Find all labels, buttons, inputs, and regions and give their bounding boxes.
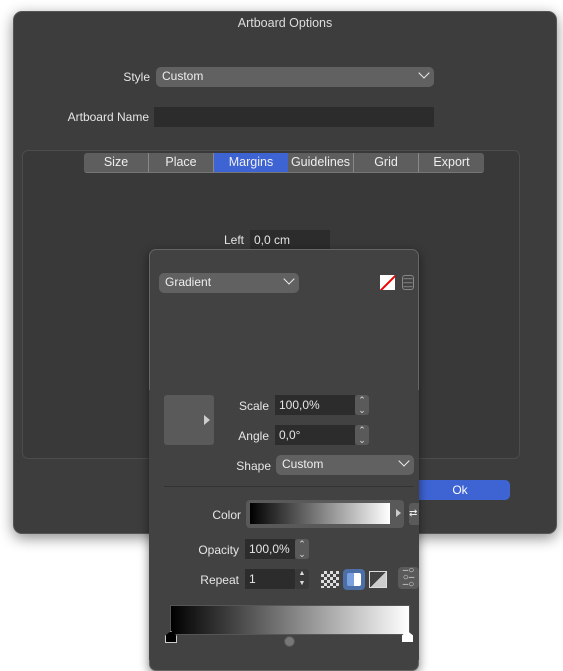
- dialog-title: Artboard Options: [237, 16, 333, 30]
- menu-icon[interactable]: ― ― ―: [402, 274, 414, 291]
- divider: [164, 486, 414, 487]
- gradient-midpoint-handle[interactable]: [284, 636, 295, 647]
- margin-left-label: Left: [223, 233, 244, 247]
- play-triangle-icon: [204, 415, 210, 425]
- fill-type-value: Gradient: [165, 275, 212, 289]
- play-triangle-icon: [396, 509, 401, 517]
- fill-type-select[interactable]: Gradient: [159, 273, 299, 293]
- tab-bar: Size Place Margins Guidelines Grid Expor…: [84, 153, 484, 173]
- gradient-preview[interactable]: [164, 395, 214, 445]
- repeat-label: Repeat: [200, 573, 239, 587]
- color-gradient-swatch: [250, 503, 390, 524]
- pattern-icon[interactable]: [369, 571, 387, 588]
- artboard-name-label: Artboard Name: [67, 110, 149, 124]
- opacity-input[interactable]: 100,0%: [245, 539, 295, 559]
- repeat-stepper[interactable]: ▲ ▼: [295, 569, 309, 589]
- ok-button[interactable]: Ok: [410, 480, 510, 500]
- margin-left-input[interactable]: 0,0 cm: [250, 230, 330, 250]
- checkerboard-icon[interactable]: [321, 571, 339, 588]
- style-label: Style: [123, 70, 150, 84]
- chevron-down-icon: [398, 455, 410, 467]
- angle-stepper[interactable]: ⌃ ⌄: [355, 425, 369, 445]
- scale-stepper[interactable]: ⌃ ⌄: [355, 395, 369, 415]
- shape-label: Shape: [236, 459, 271, 473]
- scale-input[interactable]: 100,0%: [275, 395, 355, 415]
- artboard-name-input[interactable]: [154, 107, 434, 127]
- tab-margins[interactable]: Margins: [214, 153, 288, 172]
- angle-label: Angle: [238, 429, 269, 443]
- shape-select[interactable]: Custom: [276, 455, 414, 475]
- tab-guidelines[interactable]: Guidelines: [288, 153, 354, 172]
- color-label: Color: [212, 508, 241, 522]
- opacity-stepper[interactable]: ⌃ ⌄: [295, 539, 309, 559]
- tab-size[interactable]: Size: [84, 153, 149, 172]
- sliders-icon[interactable]: –○ ○– –○: [398, 566, 419, 590]
- opacity-label: Opacity: [198, 543, 239, 557]
- style-select[interactable]: Custom: [156, 67, 434, 87]
- angle-input[interactable]: 0,0°: [275, 425, 355, 445]
- gradient-editor-bar[interactable]: [170, 605, 410, 635]
- tab-export[interactable]: Export: [419, 153, 484, 172]
- color-well[interactable]: [246, 500, 404, 528]
- chevron-down-icon: [283, 273, 295, 285]
- swap-icon[interactable]: ⇄: [409, 503, 419, 525]
- gradient-mode-icon[interactable]: [343, 569, 365, 590]
- no-fill-icon[interactable]: [380, 275, 395, 290]
- shape-value: Custom: [282, 457, 324, 471]
- repeat-input[interactable]: 1: [245, 569, 295, 589]
- tab-place[interactable]: Place: [149, 153, 214, 172]
- tab-grid[interactable]: Grid: [354, 153, 419, 172]
- scale-label: Scale: [238, 399, 269, 413]
- style-value: Custom: [162, 69, 204, 83]
- chevron-down-icon: [418, 67, 430, 79]
